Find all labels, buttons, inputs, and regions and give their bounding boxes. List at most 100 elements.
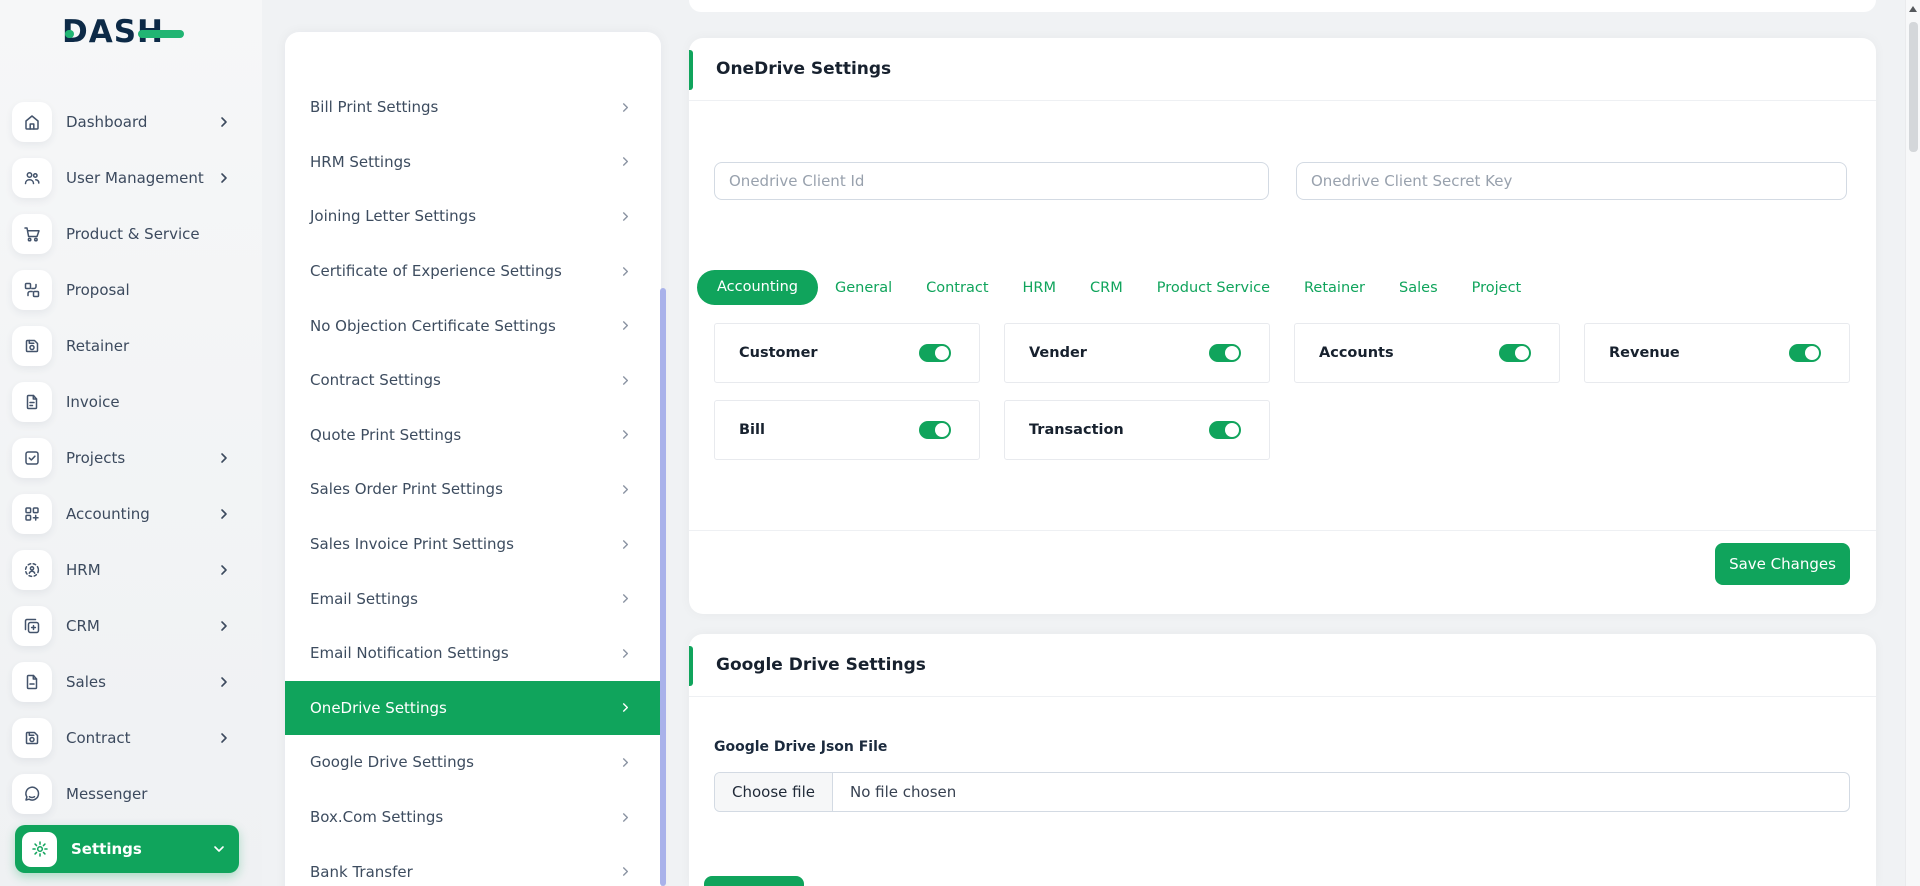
tab-crm[interactable]: CRM (1073, 280, 1140, 296)
menu-item-label: Joining Letter Settings (310, 207, 476, 225)
sidebar-item-projects[interactable]: Projects (12, 430, 244, 486)
customer-toggle[interactable] (919, 344, 951, 362)
floppy-icon (12, 718, 52, 758)
sidebar-item-label: Proposal (66, 281, 244, 299)
menu-item-certificate-of-experience-settings[interactable]: Certificate of Experience Settings (285, 244, 661, 299)
file-chosen-status: No file chosen (833, 783, 956, 801)
chevron-right-icon (620, 320, 631, 331)
accounts-toggle[interactable] (1499, 344, 1531, 362)
scrollbar-up-arrow-icon[interactable] (1909, 6, 1917, 12)
toggle-label: Accounts (1319, 345, 1394, 361)
google-drive-json-file-label: Google Drive Json File (714, 739, 887, 755)
tab-product-service[interactable]: Product Service (1140, 280, 1287, 296)
toggle-card-vender: Vender (1004, 323, 1270, 383)
vender-toggle[interactable] (1209, 344, 1241, 362)
menu-item-email-settings[interactable]: Email Settings (285, 571, 661, 626)
menu-item-sales-order-print-settings[interactable]: Sales Order Print Settings (285, 462, 661, 517)
chevron-right-icon (218, 452, 230, 464)
toggle-label: Transaction (1029, 422, 1124, 438)
sidebar-item-crm[interactable]: CRM (12, 598, 244, 654)
file-text-icon (12, 382, 52, 422)
scrollbar-thumb[interactable] (1909, 22, 1918, 152)
chevron-right-icon (218, 508, 230, 520)
sidebar-item-accounting[interactable]: Accounting (12, 486, 244, 542)
choose-file-button[interactable]: Choose file (715, 773, 833, 811)
toggle-label: Bill (739, 422, 765, 438)
floppy-icon (12, 326, 52, 366)
chevron-right-icon (218, 620, 230, 632)
tab-retainer[interactable]: Retainer (1287, 280, 1382, 296)
scan-person-icon (12, 550, 52, 590)
chevron-right-icon (620, 593, 631, 604)
file-minus-icon (12, 662, 52, 702)
home-icon (12, 102, 52, 142)
workflow-icon (12, 270, 52, 310)
revenue-toggle[interactable] (1789, 344, 1821, 362)
toggle-card-transaction: Transaction (1004, 400, 1270, 460)
chevron-right-icon (620, 211, 631, 222)
menu-item-google-drive-settings[interactable]: Google Drive Settings (285, 735, 661, 790)
sidebar-item-settings[interactable]: Settings (15, 825, 239, 873)
google-drive-json-file-input[interactable]: Choose file No file chosen (714, 772, 1850, 812)
menu-item-bank-transfer[interactable]: Bank Transfer (285, 844, 661, 886)
menu-item-joining-letter-settings[interactable]: Joining Letter Settings (285, 189, 661, 244)
logo-dot-accent (65, 30, 74, 38)
menu-item-sales-invoice-print-settings[interactable]: Sales Invoice Print Settings (285, 517, 661, 572)
sidebar-item-sales[interactable]: Sales (12, 654, 244, 710)
menu-item-box-com-settings[interactable]: Box.Com Settings (285, 790, 661, 845)
menu-item-label: Certificate of Experience Settings (310, 262, 562, 280)
menu-item-hrm-settings[interactable]: HRM Settings (285, 135, 661, 190)
chevron-right-icon (620, 866, 631, 877)
sidebar-item-label: User Management (66, 169, 218, 187)
menu-item-email-notification-settings[interactable]: Email Notification Settings (285, 626, 661, 681)
menu-item-label: Email Settings (310, 590, 418, 608)
client-secret-input[interactable] (1296, 162, 1847, 200)
brand-logo[interactable]: DASH (62, 14, 202, 54)
browser-scrollbar[interactable] (1905, 0, 1920, 886)
menu-item-label: Sales Order Print Settings (310, 480, 503, 498)
bill-toggle[interactable] (919, 421, 951, 439)
sidebar-item-dashboard[interactable]: Dashboard (12, 94, 244, 150)
menu-item-onedrive-settings[interactable]: OneDrive Settings (285, 681, 661, 736)
menu-item-label: Bill Print Settings (310, 98, 438, 116)
tab-contract[interactable]: Contract (909, 280, 1005, 296)
logo-dash-accent (138, 30, 184, 38)
message-circle-icon (12, 774, 52, 814)
sidebar-item-label: Messenger (66, 785, 244, 803)
sidebar-item-messenger[interactable]: Messenger (12, 766, 244, 822)
card-header: OneDrive Settings (689, 38, 1876, 101)
menu-item-no-objection-certificate-settings[interactable]: No Objection Certificate Settings (285, 298, 661, 353)
sidebar-item-product-service[interactable]: Product & Service (12, 206, 244, 262)
chevron-right-icon (218, 732, 230, 744)
sidebar-item-user-management[interactable]: User Management (12, 150, 244, 206)
app-window: DASH Dashboard User Management (0, 0, 1920, 886)
sidebar-item-contract[interactable]: Contract (12, 710, 244, 766)
settings-menu-scrollbar[interactable] (660, 288, 666, 886)
toggle-label: Customer (739, 345, 818, 361)
upload-button-partially-visible[interactable] (704, 876, 804, 886)
chevron-right-icon (620, 648, 631, 659)
menu-item-bill-print-settings[interactable]: Bill Print Settings (285, 80, 661, 135)
sidebar: DASH Dashboard User Management (0, 0, 262, 886)
tab-hrm[interactable]: HRM (1006, 280, 1074, 296)
client-id-input[interactable] (714, 162, 1269, 200)
chevron-right-icon (620, 757, 631, 768)
gear-icon (22, 832, 57, 867)
menu-item-contract-settings[interactable]: Contract Settings (285, 353, 661, 408)
sidebar-item-proposal[interactable]: Proposal (12, 262, 244, 318)
cart-icon (12, 214, 52, 254)
card-header: Google Drive Settings (689, 634, 1876, 697)
sidebar-item-hrm[interactable]: HRM (12, 542, 244, 598)
save-changes-button[interactable]: Save Changes (1715, 543, 1850, 585)
tab-project[interactable]: Project (1455, 280, 1539, 296)
check-square-icon (12, 438, 52, 478)
tab-sales[interactable]: Sales (1382, 280, 1455, 296)
tab-general[interactable]: General (818, 280, 909, 296)
header-accent-bar (689, 50, 693, 90)
sidebar-item-retainer[interactable]: Retainer (12, 318, 244, 374)
sidebar-item-invoice[interactable]: Invoice (12, 374, 244, 430)
transaction-toggle[interactable] (1209, 421, 1241, 439)
tab-accounting[interactable]: Accounting (697, 270, 818, 305)
menu-item-quote-print-settings[interactable]: Quote Print Settings (285, 408, 661, 463)
chevron-right-icon (620, 429, 631, 440)
